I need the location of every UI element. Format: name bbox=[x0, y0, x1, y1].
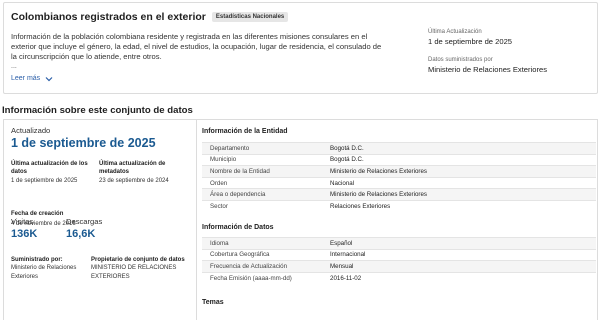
row-key: Municipio bbox=[210, 156, 237, 164]
downloads-label: Descargas bbox=[66, 217, 103, 226]
downloads-value: 16,6K bbox=[66, 228, 96, 240]
table-row: Departamento Bogotá D.C. bbox=[202, 142, 596, 154]
table-row: Municipio Bogotá D.C. bbox=[202, 153, 596, 166]
row-value: Ministerio de Relaciones Exteriores bbox=[330, 167, 427, 175]
downloads-stat: Descargas 16,6K bbox=[66, 217, 102, 240]
row-key: Departamento bbox=[210, 144, 250, 152]
dataset-meta: Última Actualización 1 de septiembre de … bbox=[428, 29, 593, 74]
read-more-label: Leer más bbox=[11, 75, 41, 82]
row-value: Relaciones Exteriores bbox=[330, 202, 391, 210]
row-value: Ministerio de Relaciones Exteriores bbox=[330, 191, 427, 199]
views-stat: Visitas 136K bbox=[11, 217, 37, 240]
row-key: Sector bbox=[210, 202, 228, 210]
row-key: Área o dependencia bbox=[210, 191, 266, 199]
table-row: Orden Nacional bbox=[202, 176, 596, 189]
views-value: 136K bbox=[11, 228, 38, 240]
row-key: Idioma bbox=[210, 239, 229, 247]
last-meta-update: Última actualización de metadatos 23 de … bbox=[99, 160, 189, 185]
row-value: Mensual bbox=[330, 262, 354, 270]
info-section-heading: Información sobre este conjunto de datos bbox=[2, 105, 193, 116]
last-update-value: 1 de septiembre de 2025 bbox=[428, 37, 513, 46]
owner-label: Propietario de conjunto de datos bbox=[91, 257, 185, 263]
description-ellipsis: ... bbox=[11, 63, 17, 70]
info-card: Actualizado 1 de septiembre de 2025 Últi… bbox=[3, 119, 598, 320]
last-meta-update-label: Última actualización de metadatos bbox=[99, 161, 166, 176]
table-row: Frecuencia de Actualización Mensual bbox=[202, 260, 596, 272]
chevron-down-icon bbox=[45, 76, 53, 81]
topics-section-title: Temas bbox=[202, 299, 224, 306]
entity-table: Departamento Bogotá D.C. Municipio Bogotá … bbox=[202, 142, 596, 212]
dataset-owner: Propietario de conjunto de datos MINISTE… bbox=[91, 256, 191, 281]
table-row: Nombre de la Entidad Ministerio de Relaci… bbox=[202, 165, 596, 177]
row-key: Nombre de la Entidad bbox=[210, 167, 270, 175]
row-value: Español bbox=[330, 239, 353, 247]
row-key: Cobertura Geográfica bbox=[210, 251, 270, 259]
info-left-column: Actualizado 1 de septiembre de 2025 Últi… bbox=[4, 120, 196, 320]
supplied-by: Suministrado por: Ministerio de Relacion… bbox=[11, 256, 86, 281]
supplied-by-value: Ministerio de Relaciones Exteriores bbox=[11, 265, 77, 280]
table-row: Área o dependencia Ministerio de Relacion… bbox=[202, 188, 596, 200]
provider-value: Ministerio de Relaciones Exteriores bbox=[428, 65, 548, 74]
views-label: Visitas bbox=[11, 217, 34, 226]
dataset-summary-card: Colombianos registrados en el exterior E… bbox=[3, 2, 598, 94]
row-value: Bogotá D.C. bbox=[330, 156, 364, 164]
table-row: Fecha Emisión (aaaa-mm-dd) 2016-11-02 bbox=[202, 271, 596, 284]
row-value: 2016-11-02 bbox=[330, 274, 362, 282]
last-data-update-label: Última actualización de los datos bbox=[11, 161, 88, 176]
last-update-label: Última Actualización bbox=[428, 29, 482, 35]
dataset-description: Información de la población colombiana r… bbox=[11, 32, 382, 61]
data-table: Idioma Español Cobertura Geográfica Intern… bbox=[202, 237, 596, 283]
row-value: Bogotá D.C. bbox=[330, 144, 364, 152]
row-key: Fecha Emisión (aaaa-mm-dd) bbox=[210, 274, 292, 282]
table-row: Idioma Español bbox=[202, 237, 596, 249]
row-key: Frecuencia de Actualización bbox=[210, 262, 288, 270]
dataset-title: Colombianos registrados en el exterior bbox=[11, 11, 206, 23]
entity-section-title: Información de la Entidad bbox=[202, 128, 288, 135]
provider-label: Datos suministrados por bbox=[428, 57, 493, 63]
last-data-update-value: 1 de septiembre de 2025 bbox=[11, 177, 78, 184]
last-data-update: Última actualización de los datos 1 de s… bbox=[11, 160, 91, 185]
table-row: Cobertura Geográfica Internacional bbox=[202, 248, 596, 261]
column-divider bbox=[196, 120, 197, 320]
read-more-button[interactable]: Leer más bbox=[11, 75, 53, 82]
last-meta-update-value: 23 de septiembre de 2024 bbox=[99, 177, 169, 184]
table-row: Sector Relaciones Exteriores bbox=[202, 199, 596, 212]
title-row: Colombianos registrados en el exterior E… bbox=[11, 11, 289, 23]
updated-value: 1 de septiembre de 2025 bbox=[11, 136, 156, 150]
supplied-by-label: Suministrado por: bbox=[11, 257, 63, 263]
owner-value: MINISTERIO DE RELACIONES EXTERIORES bbox=[91, 265, 177, 280]
row-value: Internacional bbox=[330, 251, 366, 259]
updated-label: Actualizado bbox=[11, 126, 51, 135]
row-key: Orden bbox=[210, 179, 228, 187]
row-value: Nacional bbox=[330, 179, 355, 187]
data-section-title: Información de Datos bbox=[202, 224, 274, 231]
category-tag[interactable]: Estadísticas Nacionales bbox=[211, 12, 289, 22]
